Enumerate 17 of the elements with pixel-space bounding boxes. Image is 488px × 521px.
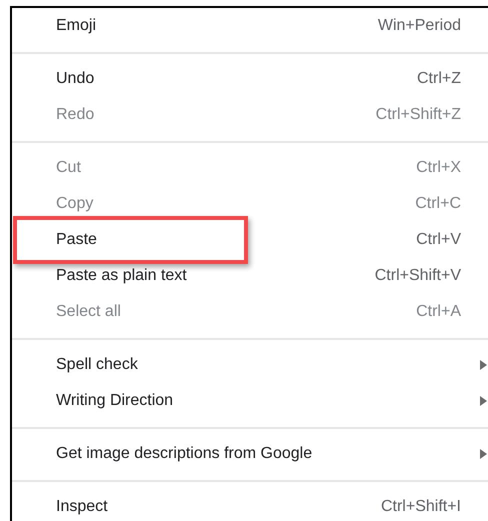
menu-item[interactable]: Writing Direction <box>12 383 488 419</box>
menu-item[interactable]: Get image descriptions from Google <box>12 436 488 472</box>
shortcut-text: Ctrl+V <box>416 230 461 250</box>
shortcut-text: Ctrl+A <box>416 302 461 322</box>
menu-item[interactable]: Paste Ctrl+V <box>12 222 488 258</box>
shortcut-text: Ctrl+C <box>415 194 461 214</box>
shortcut-text: Ctrl+Shift+Z <box>376 105 461 125</box>
shortcut-text: Ctrl+Shift+I <box>380 497 461 517</box>
menu-item[interactable]: Undo Ctrl+Z <box>12 61 488 97</box>
menu-item[interactable]: Inspect Ctrl+Shift+I <box>12 489 488 521</box>
shortcut-text: Ctrl+Z <box>417 69 461 89</box>
menu-item[interactable]: Spell check <box>12 347 488 383</box>
menu-item[interactable]: Paste as plain text Ctrl+Shift+V <box>12 258 488 294</box>
menu-item[interactable]: Emoji Win+Period <box>12 8 488 44</box>
shortcut-text: Win+Period <box>378 16 461 36</box>
shortcut-text: Ctrl+X <box>416 158 461 178</box>
shortcut-text: Ctrl+Shift+V <box>374 266 461 286</box>
